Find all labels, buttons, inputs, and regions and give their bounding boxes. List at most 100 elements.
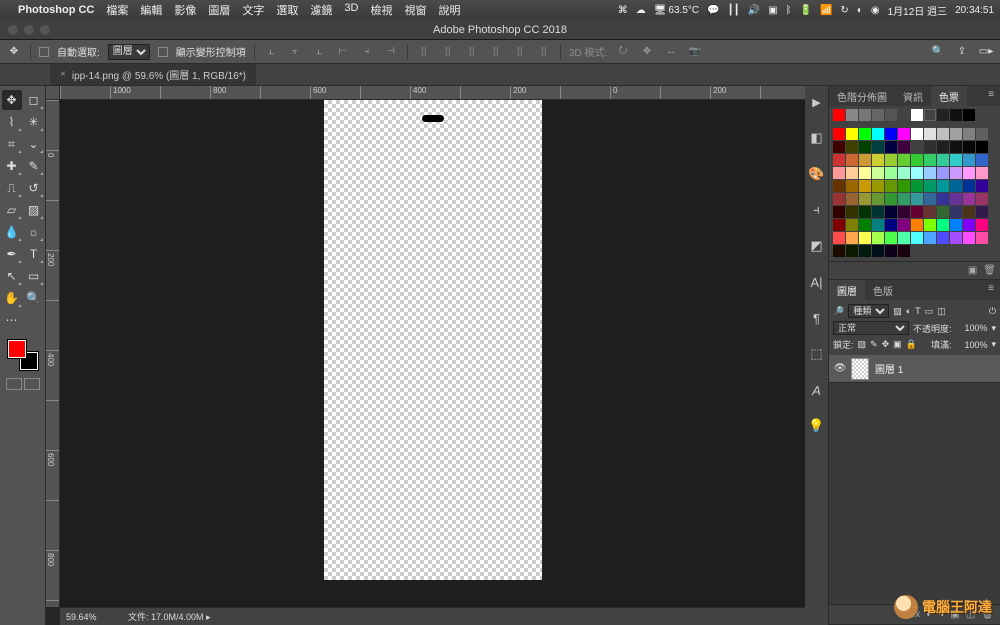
swatch[interactable] xyxy=(911,193,923,205)
status-time[interactable]: 20:34:51 xyxy=(955,5,994,16)
lock-pixels-icon[interactable]: ✎ xyxy=(870,339,878,350)
layer-filter-kind[interactable]: 種類 xyxy=(848,304,889,318)
status-siri-icon[interactable]: ◉ xyxy=(871,5,880,16)
menu-help[interactable]: 說明 xyxy=(438,2,460,18)
swatch[interactable] xyxy=(976,154,988,166)
auto-select-checkbox[interactable] xyxy=(39,47,49,57)
swatch[interactable] xyxy=(950,141,962,153)
dist-bottom-icon[interactable]: ▯ xyxy=(464,44,480,60)
type-tool[interactable]: T xyxy=(24,244,44,264)
actions-play-icon[interactable]: ▶ xyxy=(807,92,827,112)
swatch[interactable] xyxy=(859,128,871,140)
swatch[interactable] xyxy=(950,109,962,121)
align-vcenter-icon[interactable]: ⫟ xyxy=(287,44,303,60)
lock-all-icon[interactable]: 🔒 xyxy=(906,339,917,350)
swatch[interactable] xyxy=(976,193,988,205)
status-figma-icon[interactable]: ⌘ xyxy=(618,5,628,16)
swatch[interactable] xyxy=(898,232,910,244)
align-right-icon[interactable]: ⊣ xyxy=(383,44,399,60)
swatch[interactable] xyxy=(833,154,845,166)
swatch[interactable] xyxy=(833,180,845,192)
menu-image[interactable]: 影像 xyxy=(174,2,196,18)
history-panel-icon[interactable]: ◧ xyxy=(807,128,827,148)
dist-left-icon[interactable]: ▯ xyxy=(488,44,504,60)
swatch[interactable] xyxy=(859,193,871,205)
swatch[interactable] xyxy=(976,180,988,192)
swatch[interactable] xyxy=(833,109,845,121)
layer-mask-icon[interactable]: ◐ xyxy=(926,609,932,620)
align-left-icon[interactable]: ⊢ xyxy=(335,44,351,60)
swatch[interactable] xyxy=(872,219,884,231)
swatch[interactable] xyxy=(859,154,871,166)
share-icon[interactable]: ⇪ xyxy=(954,44,970,60)
swatch[interactable] xyxy=(963,141,975,153)
swatch[interactable] xyxy=(963,206,975,218)
fill-value[interactable]: 100% xyxy=(955,340,987,350)
swatch[interactable] xyxy=(924,128,936,140)
swatch[interactable] xyxy=(872,109,884,121)
swatch[interactable] xyxy=(885,167,897,179)
swatch[interactable] xyxy=(950,232,962,244)
status-line-icon[interactable]: 💬 xyxy=(707,5,719,16)
document-canvas[interactable] xyxy=(324,100,542,580)
layer-row[interactable]: 👁 圖層 1 xyxy=(829,355,1000,383)
swatch[interactable] xyxy=(859,167,871,179)
swatch[interactable] xyxy=(911,180,923,192)
swatch[interactable] xyxy=(846,180,858,192)
screen-mode-icon[interactable] xyxy=(6,378,22,390)
swatch[interactable] xyxy=(950,219,962,231)
swatch[interactable] xyxy=(911,109,923,121)
swatch[interactable] xyxy=(950,206,962,218)
swatch[interactable] xyxy=(833,128,845,140)
swatch[interactable] xyxy=(872,154,884,166)
swatch[interactable] xyxy=(833,206,845,218)
swatch[interactable] xyxy=(976,206,988,218)
swatch[interactable] xyxy=(976,128,988,140)
threed-slide-icon[interactable]: ↔ xyxy=(663,44,679,60)
swatch[interactable] xyxy=(963,167,975,179)
status-temp[interactable]: 🖥 63.5°C xyxy=(654,5,699,16)
swatch[interactable] xyxy=(963,180,975,192)
swatch[interactable] xyxy=(885,141,897,153)
menu-filter[interactable]: 濾鏡 xyxy=(310,2,332,18)
tab-swatches[interactable]: 色票 xyxy=(931,86,967,106)
swatch[interactable] xyxy=(833,245,845,257)
lasso-tool[interactable]: ⌇ xyxy=(2,112,22,132)
stamp-tool[interactable]: ⎍ xyxy=(2,178,22,198)
swatch[interactable] xyxy=(924,141,936,153)
swatch[interactable] xyxy=(833,141,845,153)
swatch[interactable] xyxy=(846,109,858,121)
filter-shape-icon[interactable]: ▭ xyxy=(925,306,934,317)
swatch[interactable] xyxy=(859,141,871,153)
healing-tool[interactable]: ✚ xyxy=(2,156,22,176)
tab-info[interactable]: 資訊 xyxy=(895,86,931,106)
swatch[interactable] xyxy=(885,206,897,218)
swatch[interactable] xyxy=(885,180,897,192)
delete-swatch-icon[interactable]: 🗑 xyxy=(983,265,996,276)
search-icon[interactable]: 🔍 xyxy=(930,44,946,60)
close-tab-icon[interactable]: × xyxy=(60,69,66,80)
swatch[interactable] xyxy=(937,193,949,205)
swatch[interactable] xyxy=(924,180,936,192)
eraser-tool[interactable]: ▱ xyxy=(2,200,22,220)
swatch[interactable] xyxy=(859,109,871,121)
link-layers-icon[interactable]: ⨝ xyxy=(898,609,906,620)
maximize-window-icon[interactable] xyxy=(40,25,50,35)
foreground-color-swatch[interactable] xyxy=(8,340,26,358)
swatch[interactable] xyxy=(924,206,936,218)
swatch[interactable] xyxy=(833,193,845,205)
swatch[interactable] xyxy=(963,219,975,231)
filter-type-icon[interactable]: T xyxy=(915,306,921,316)
filter-pixel-icon[interactable]: ▨ xyxy=(893,306,902,317)
new-swatch-icon[interactable]: ▣ xyxy=(968,265,977,276)
swatch[interactable] xyxy=(846,141,858,153)
dist-top-icon[interactable]: ▯ xyxy=(416,44,432,60)
lock-artboard-icon[interactable]: ▣ xyxy=(893,339,902,350)
crop-tool[interactable]: ⌗ xyxy=(2,134,22,154)
swatch[interactable] xyxy=(976,167,988,179)
swatch[interactable] xyxy=(911,232,923,244)
swatch[interactable] xyxy=(963,154,975,166)
swatch[interactable] xyxy=(898,219,910,231)
swatch[interactable] xyxy=(937,219,949,231)
opacity-value[interactable]: 100% xyxy=(955,323,987,333)
